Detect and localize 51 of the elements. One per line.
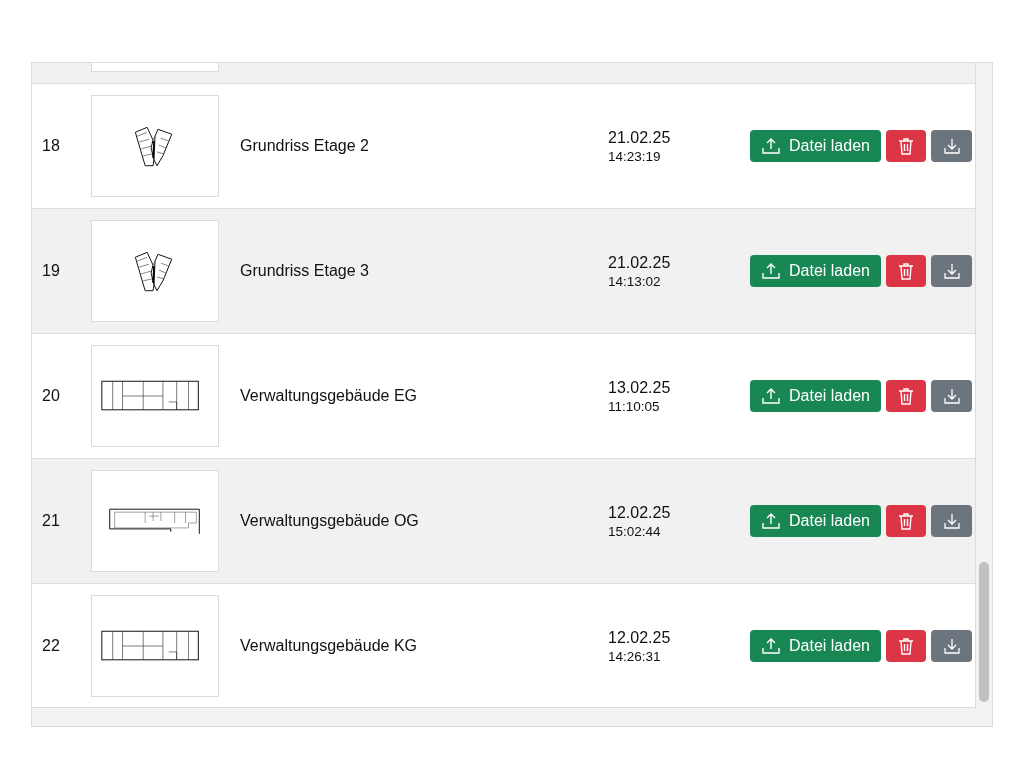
delete-button[interactable] (886, 505, 926, 537)
trash-icon (898, 637, 914, 655)
upload-button[interactable]: Datei laden (750, 505, 881, 537)
trash-icon (898, 137, 914, 155)
download-button[interactable] (931, 505, 972, 537)
download-icon (942, 262, 961, 280)
file-name: Grundriss Etage 2 (240, 137, 370, 155)
file-name: Verwaltungsgebäude OG (240, 512, 420, 530)
date-text: 12.02.25 (608, 628, 672, 647)
upload-icon (761, 386, 781, 406)
upload-button[interactable]: Datei laden (750, 380, 881, 412)
time-text: 15:02:44 (608, 523, 662, 539)
download-icon (942, 387, 961, 405)
upload-button[interactable]: Datei laden (750, 255, 881, 287)
upload-icon (761, 136, 781, 156)
download-icon (942, 637, 961, 655)
trash-icon (898, 387, 914, 405)
row-number: 18 (41, 137, 61, 155)
file-name: Verwaltungsgebäude KG (240, 637, 418, 655)
row-number: 19 (41, 262, 61, 280)
delete-button[interactable] (886, 130, 926, 162)
date-text: 21.02.25 (608, 128, 672, 147)
time-text: 14:13:02 (608, 273, 662, 289)
upload-icon (761, 261, 781, 281)
upload-button[interactable]: Datei laden (750, 630, 881, 662)
delete-button[interactable] (886, 255, 926, 287)
row-number: 21 (41, 512, 61, 530)
row-number: 22 (41, 637, 61, 655)
trash-icon (898, 512, 914, 530)
scrollbar-thumb[interactable] (979, 562, 989, 702)
upload-icon (761, 636, 781, 656)
download-icon (942, 512, 961, 530)
file-name: Verwaltungsgebäude EG (240, 387, 418, 405)
upload-icon (761, 511, 781, 531)
upload-button[interactable]: Datei laden (750, 130, 881, 162)
download-button[interactable] (931, 255, 972, 287)
row-number: 20 (41, 387, 61, 405)
time-text: 14:23:19 (608, 148, 662, 164)
date-text: 12.02.25 (608, 503, 672, 522)
date-text: 21.02.25 (608, 253, 672, 272)
time-text: 14:26:31 (608, 648, 662, 664)
time-text: 11:10:05 (608, 398, 661, 414)
download-icon (942, 137, 961, 155)
download-button[interactable] (931, 130, 972, 162)
delete-button[interactable] (886, 380, 926, 412)
delete-button[interactable] (886, 630, 926, 662)
date-text: 13.02.25 (608, 378, 672, 397)
download-button[interactable] (931, 380, 972, 412)
file-name: Grundriss Etage 3 (240, 262, 370, 280)
trash-icon (898, 262, 914, 280)
download-button[interactable] (931, 630, 972, 662)
